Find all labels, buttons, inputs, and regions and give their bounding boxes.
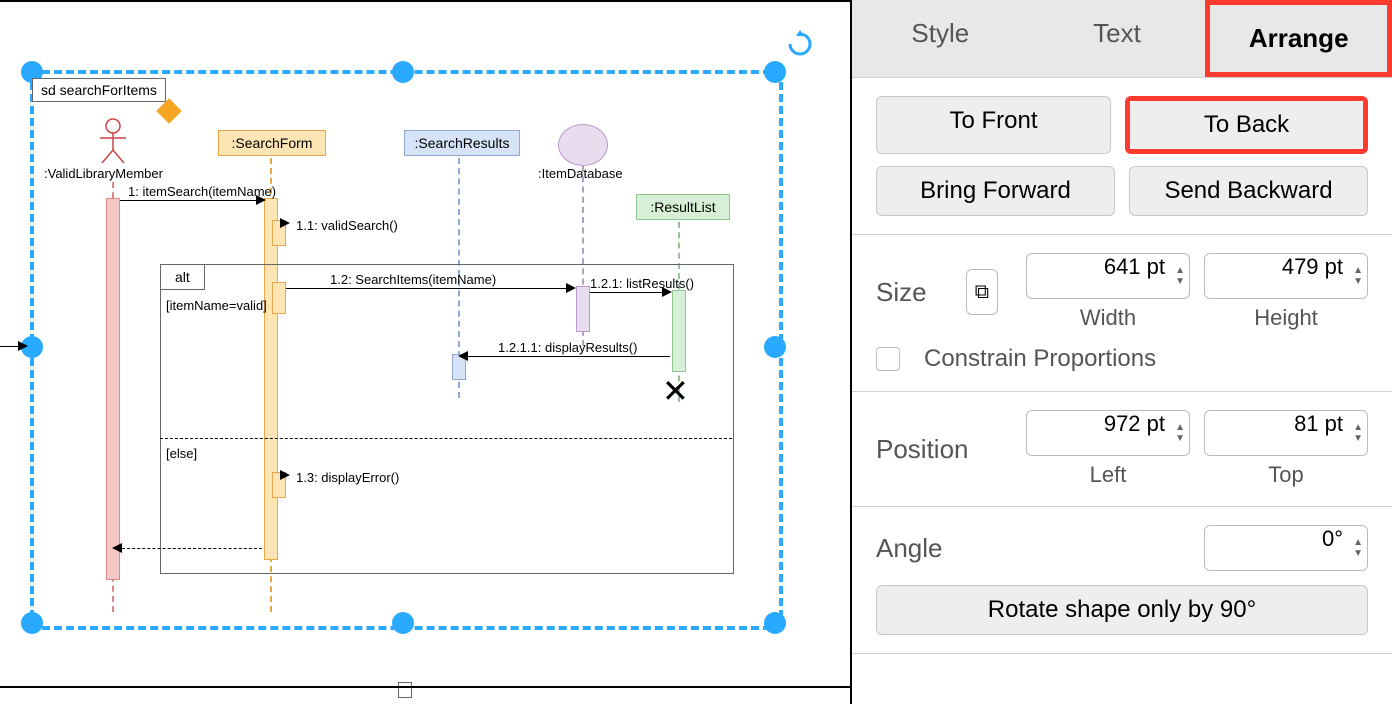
- arrow-1-2-head: [566, 283, 576, 293]
- autosize-icon[interactable]: ⧉: [966, 269, 998, 315]
- left-sublabel: Left: [1026, 462, 1190, 488]
- size-label: Size: [876, 277, 952, 308]
- return-arrow-head: [112, 543, 122, 553]
- angle-label: Angle: [876, 533, 986, 564]
- format-panel: Style Text Arrange To Front To Back Brin…: [852, 0, 1392, 704]
- tab-arrange[interactable]: Arrange: [1210, 5, 1387, 72]
- resize-handle-s[interactable]: [392, 612, 414, 634]
- send-backward-button[interactable]: Send Backward: [1129, 166, 1368, 216]
- arrow-1-2-1-1-head: [458, 351, 468, 361]
- width-input[interactable]: 641 pt▲▼: [1026, 253, 1190, 299]
- stepper-icon[interactable]: ▲▼: [1345, 258, 1363, 294]
- stepper-icon[interactable]: ▲▼: [1167, 258, 1185, 294]
- destroy-icon: ✕: [662, 372, 689, 410]
- resize-handle-n[interactable]: [392, 61, 414, 83]
- constrain-checkbox[interactable]: [876, 347, 900, 371]
- section-angle: Angle 0°▲▼ Rotate shape only by 90°: [852, 507, 1392, 654]
- top-sublabel: Top: [1204, 462, 1368, 488]
- arrow-1-2-1-1[interactable]: [468, 356, 670, 357]
- top-input[interactable]: 81 pt▲▼: [1204, 410, 1368, 456]
- alt-guard-2: [else]: [166, 446, 197, 461]
- constrain-label: Constrain Proportions: [924, 345, 1156, 373]
- msg-1-3: 1.3: displayError(): [296, 470, 399, 485]
- msg-1: 1: itemSearch(itemName): [128, 184, 276, 199]
- position-label: Position: [876, 434, 986, 465]
- lifeline-head-resultlist[interactable]: :ResultList: [636, 194, 730, 220]
- left-input[interactable]: 972 pt▲▼: [1026, 410, 1190, 456]
- section-order: To Front To Back Bring Forward Send Back…: [852, 78, 1392, 235]
- arrow-1-2[interactable]: [286, 288, 572, 289]
- resize-handle-e[interactable]: [764, 336, 786, 358]
- alt-guard-1: [itemName=valid]: [166, 298, 267, 313]
- resize-handle-sw[interactable]: [21, 612, 43, 634]
- width-sublabel: Width: [1026, 305, 1190, 331]
- page-edge: [0, 686, 850, 688]
- msg-1-2-1: 1.2.1: listResults(): [590, 276, 694, 291]
- activation-member[interactable]: [106, 198, 120, 580]
- msg-1-2-1-1: 1.2.1.1: displayResults(): [498, 340, 637, 355]
- canvas[interactable]: sd searchForItems :ValidLibraryMember :S…: [0, 0, 852, 704]
- msg-1-2: 1.2: SearchItems(itemName): [330, 272, 496, 287]
- arrow-1-3-head: [280, 470, 290, 480]
- lifeline-head-searchform[interactable]: :SearchForm: [218, 130, 326, 156]
- to-front-button[interactable]: To Front: [876, 96, 1111, 154]
- lifeline-label-db: :ItemDatabase: [538, 166, 623, 181]
- stepper-icon[interactable]: ▲▼: [1167, 415, 1185, 451]
- resize-handle-se[interactable]: [764, 612, 786, 634]
- tab-text[interactable]: Text: [1029, 0, 1206, 77]
- to-back-button[interactable]: To Back: [1130, 101, 1363, 149]
- return-arrow[interactable]: [122, 548, 262, 549]
- rotate-handle[interactable]: [786, 30, 814, 58]
- actor-icon[interactable]: [98, 118, 128, 169]
- stepper-icon[interactable]: ▲▼: [1345, 530, 1363, 566]
- lifeline-head-itemdatabase[interactable]: [558, 124, 608, 166]
- angle-input[interactable]: 0°▲▼: [1204, 525, 1368, 571]
- panel-tabs: Style Text Arrange: [852, 0, 1392, 78]
- edge-anchor[interactable]: [398, 682, 412, 698]
- height-input[interactable]: 479 pt▲▼: [1204, 253, 1368, 299]
- section-position: Position 972 pt▲▼ Left 81 pt▲▼ Top: [852, 392, 1392, 507]
- stepper-icon[interactable]: ▲▼: [1345, 415, 1363, 451]
- arrow-1-head: [256, 195, 266, 205]
- arrow-1-2-1[interactable]: [590, 292, 668, 293]
- lifeline-label-member[interactable]: :ValidLibraryMember: [44, 166, 163, 181]
- msg-1-1: 1.1: validSearch(): [296, 218, 398, 233]
- arrow-1[interactable]: [120, 200, 262, 201]
- tab-style[interactable]: Style: [852, 0, 1029, 77]
- section-size: Size ⧉ 641 pt▲▼ Width 479 pt▲▼ Height Co…: [852, 235, 1392, 392]
- resize-handle-ne[interactable]: [764, 61, 786, 83]
- arrow-1-2-1-head: [662, 287, 672, 297]
- frame-label[interactable]: sd searchForItems: [32, 78, 166, 102]
- alt-label: alt: [161, 265, 205, 290]
- alt-divider: [160, 438, 732, 439]
- height-sublabel: Height: [1204, 305, 1368, 331]
- rotate-90-button[interactable]: Rotate shape only by 90°: [876, 585, 1368, 635]
- lifeline-head-searchresults[interactable]: :SearchResults: [404, 130, 520, 156]
- page-connector-head: [18, 341, 28, 351]
- arrow-1-1-head: [280, 218, 290, 228]
- bring-forward-button[interactable]: Bring Forward: [876, 166, 1115, 216]
